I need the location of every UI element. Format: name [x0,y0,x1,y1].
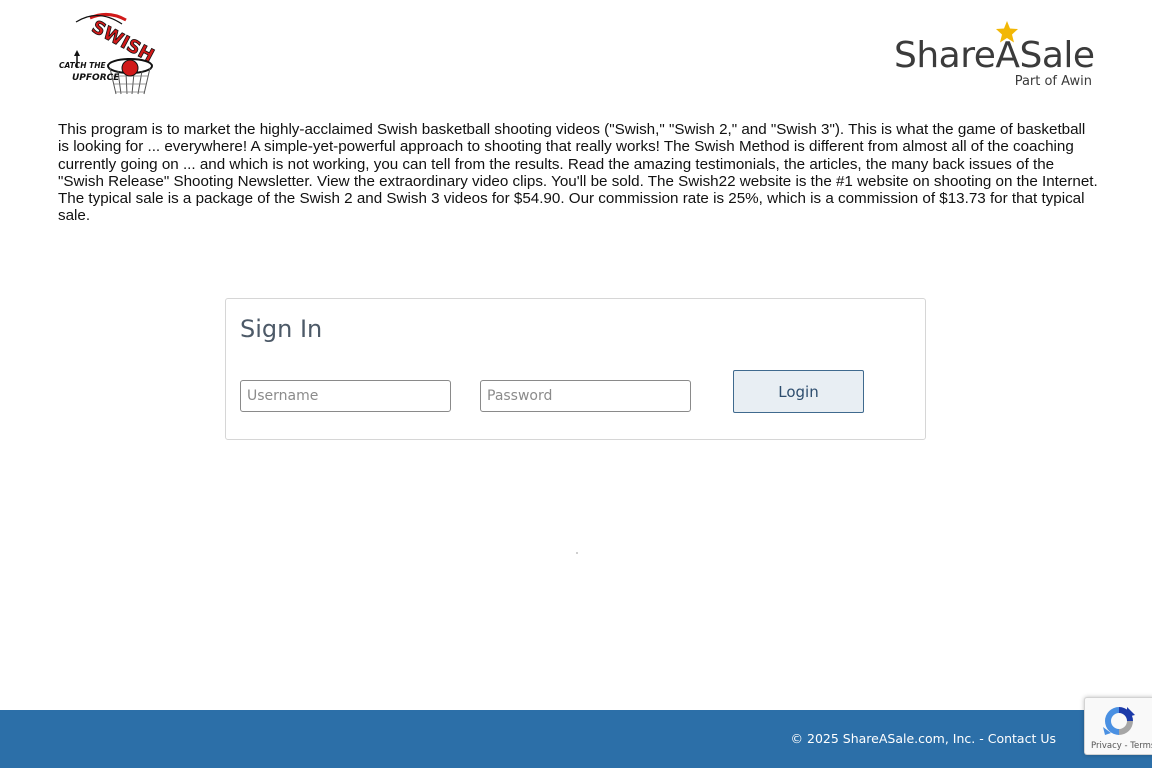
logo-catch-text: CATCH THE [59,61,106,70]
recaptcha-badge[interactable]: Privacy - Terms [1084,697,1152,755]
login-button[interactable]: Login [733,370,864,413]
program-description: This program is to market the highly-acc… [58,121,1098,225]
footer: © 2025 ShareASale.com, Inc. - Contact Us [0,710,1152,768]
footer-copyright: © 2025 ShareASale.com, Inc. - [790,731,984,746]
footer-text: © 2025 ShareASale.com, Inc. - Contact Us [791,731,1056,746]
recaptcha-terms-link[interactable]: Terms [1130,741,1152,751]
contact-us-link[interactable]: Contact Us [988,731,1056,746]
password-input[interactable] [480,380,691,412]
logo-upforce-text: UPFORCE [72,73,120,83]
swish-logo-icon: SWISH CATCH THE UPFORCE [58,10,158,96]
username-input[interactable] [240,380,451,412]
recaptcha-separator: - [1121,741,1131,751]
recaptcha-privacy-link[interactable]: Privacy [1091,741,1122,751]
recaptcha-icon [1103,707,1135,735]
brand-tagline: Part of Awin [1014,74,1092,89]
recaptcha-links: Privacy - Terms [1091,741,1152,751]
brand-name: ShareASale [894,35,1095,76]
page: SWISH CATCH THE UPFORCE ShareASale Part … [0,0,1152,768]
signin-title: Sign In [240,315,323,343]
shareasale-logo[interactable]: ShareASale Part of Awin [892,20,1095,92]
stray-dot [576,552,578,554]
signin-panel: Sign In Login [225,298,926,440]
